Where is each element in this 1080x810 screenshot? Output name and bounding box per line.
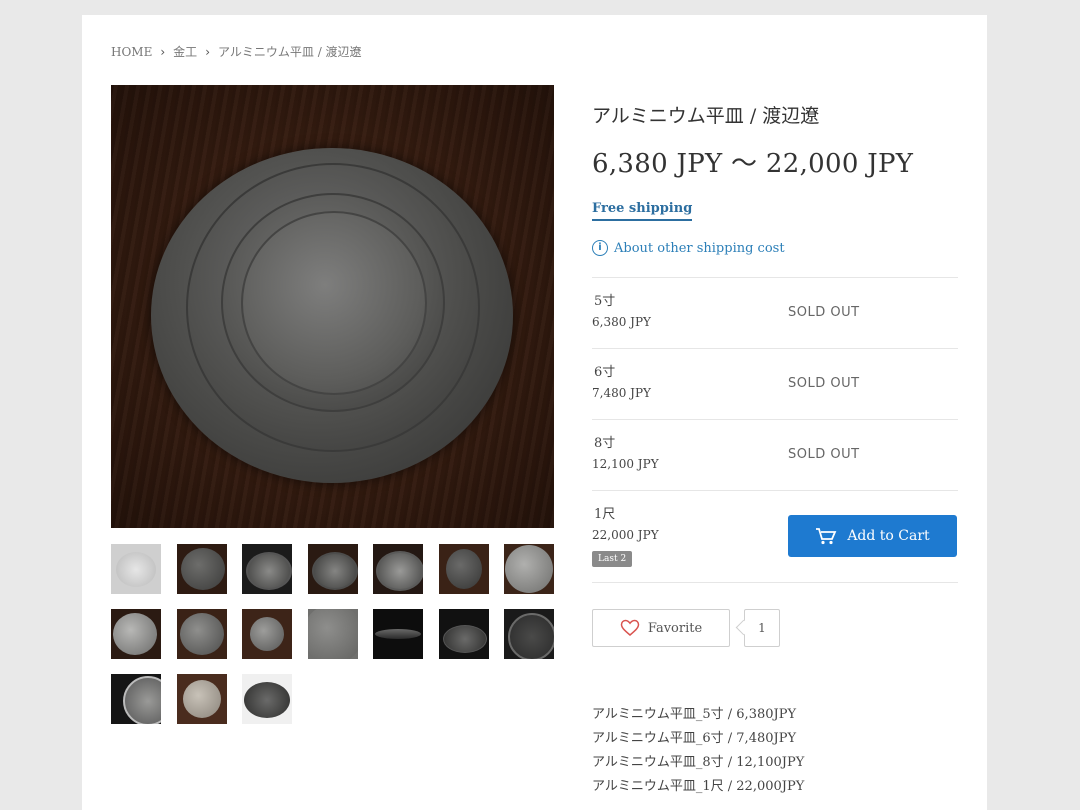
- description-line: アルミニウム平皿_1尺 / 22,000JPY: [592, 779, 805, 794]
- free-shipping-label: Free shipping: [592, 201, 693, 221]
- variant-price: 7,480 JPY: [592, 386, 651, 400]
- thumbnail[interactable]: [111, 544, 161, 594]
- favorite-row: Favorite 1: [592, 609, 780, 647]
- thumbnail[interactable]: [176, 674, 227, 724]
- sold-out-label: SOLD OUT: [788, 305, 860, 320]
- thumbnail[interactable]: [373, 544, 423, 594]
- product-title: アルミニウム平皿 / 渡辺遼: [592, 105, 820, 127]
- sold-out-label: SOLD OUT: [788, 376, 860, 391]
- main-product-image[interactable]: [111, 85, 554, 528]
- thumbnail[interactable]: [438, 544, 489, 594]
- thumbnail[interactable]: [438, 609, 489, 659]
- favorite-label: Favorite: [647, 620, 703, 636]
- breadcrumb-current: アルミニウム平皿 / 渡辺遼: [218, 45, 362, 59]
- thumbnail[interactable]: [176, 609, 227, 659]
- breadcrumb-category-link[interactable]: 金工: [173, 43, 197, 60]
- info-icon: i: [592, 240, 608, 256]
- thumbnail[interactable]: [242, 544, 292, 594]
- thumbnail[interactable]: [504, 544, 554, 594]
- thumbnail[interactable]: [176, 544, 227, 594]
- add-to-cart-button[interactable]: Add to Cart: [788, 515, 957, 557]
- description-line: アルミニウム平皿_6寸 / 7,480JPY: [592, 731, 797, 746]
- thumbnail[interactable]: [242, 674, 292, 724]
- add-to-cart-label: Add to Cart: [847, 528, 930, 544]
- description-line: アルミニウム平皿_8寸 / 12,100JPY: [592, 755, 805, 770]
- favorite-count: 1: [744, 609, 780, 647]
- chevron-right-icon: ›: [205, 44, 210, 59]
- variant-price: 22,000 JPY: [592, 528, 659, 542]
- variant-name: 8寸: [594, 436, 616, 451]
- shipping-cost-link[interactable]: i About other shipping cost: [592, 240, 785, 256]
- thumbnail[interactable]: [504, 609, 554, 659]
- product-page: HOME › 金工 › アルミニウム平皿 / 渡辺遼 アルミニウム平皿 / 渡辺…: [82, 15, 987, 810]
- cart-icon: [816, 528, 837, 545]
- thumbnail[interactable]: [242, 609, 292, 659]
- plate-smallest: [241, 211, 427, 395]
- variant-row: 6寸 7,480 JPY SOLD OUT: [592, 349, 958, 420]
- thumbnail[interactable]: [307, 544, 358, 594]
- breadcrumb: HOME › 金工 › アルミニウム平皿 / 渡辺遼: [111, 43, 362, 60]
- variant-name: 1尺: [594, 507, 616, 522]
- variant-name: 5寸: [594, 294, 616, 309]
- variant-price: 6,380 JPY: [592, 315, 651, 329]
- description-line: アルミニウム平皿_5寸 / 6,380JPY: [592, 707, 797, 722]
- favorite-button[interactable]: Favorite: [592, 609, 730, 647]
- chevron-right-icon: ›: [160, 44, 166, 59]
- variant-row: 8寸 12,100 JPY SOLD OUT: [592, 420, 958, 491]
- variant-row: 1尺 22,000 JPY Last 2 Add to Cart: [592, 491, 958, 583]
- shipping-cost-label: About other shipping cost: [614, 240, 785, 256]
- stock-badge: Last 2: [592, 551, 633, 567]
- variant-row: 5寸 6,380 JPY SOLD OUT: [592, 278, 958, 349]
- variant-price: 12,100 JPY: [592, 457, 659, 471]
- thumbnail[interactable]: [111, 609, 161, 659]
- thumbnail[interactable]: [373, 609, 423, 659]
- sold-out-label: SOLD OUT: [788, 447, 860, 462]
- breadcrumb-home-link[interactable]: HOME: [111, 45, 152, 59]
- variant-name: 6寸: [594, 365, 616, 380]
- price-range: 6,380 JPY 〜 22,000 JPY: [592, 149, 914, 179]
- heart-icon: [620, 619, 640, 636]
- variant-list: 5寸 6,380 JPY SOLD OUT 6寸 7,480 JPY SOLD …: [592, 277, 958, 583]
- thumbnail-gallery: [111, 544, 561, 724]
- thumbnail[interactable]: [111, 674, 161, 724]
- product-description: アルミニウム平皿_5寸 / 6,380JPY アルミニウム平皿_6寸 / 7,4…: [592, 703, 804, 799]
- thumbnail[interactable]: [307, 609, 358, 659]
